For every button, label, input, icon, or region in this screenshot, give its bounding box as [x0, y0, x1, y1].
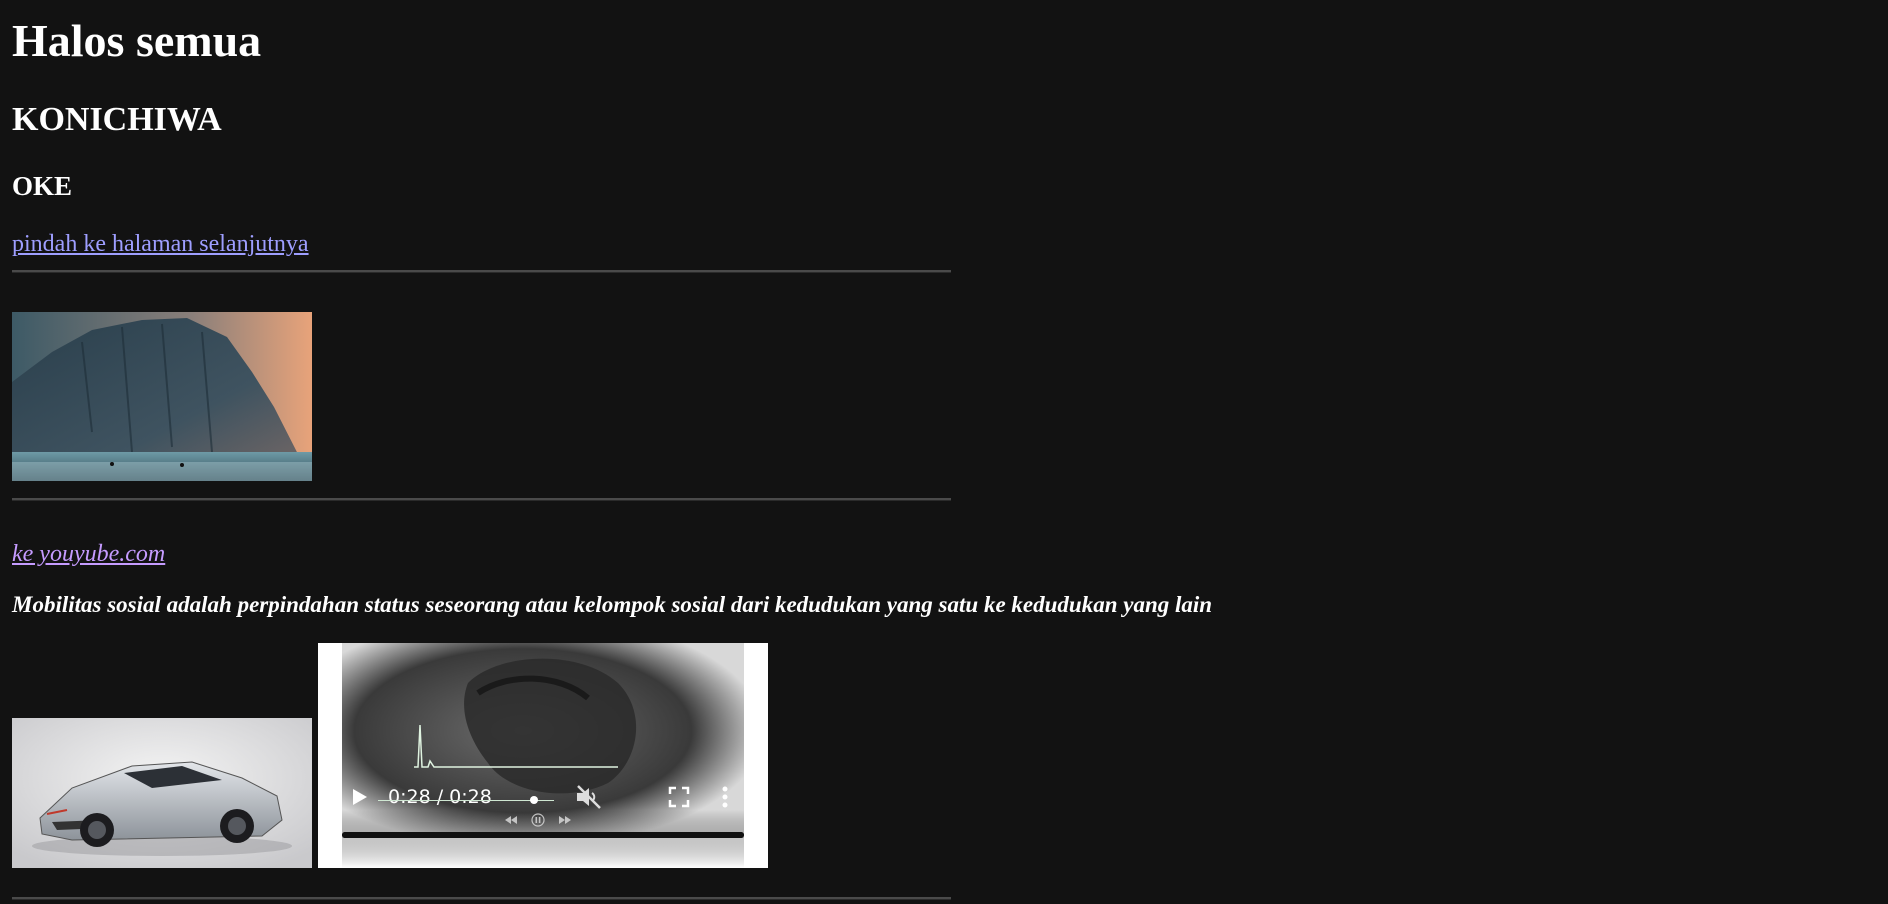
- waveform-scrubber-dot[interactable]: [530, 796, 538, 804]
- fullscreen-icon[interactable]: [668, 786, 690, 808]
- kebab-menu-icon[interactable]: [720, 784, 730, 810]
- description-paragraph: Mobilitas sosial adalah perpindahan stat…: [12, 592, 1213, 617]
- car-image: [12, 718, 312, 868]
- subheading-oke: OKE: [12, 171, 73, 201]
- video-seek-progress: [342, 832, 744, 838]
- mini-playback-controls: [503, 813, 573, 827]
- audio-waveform-baseline: [378, 800, 554, 801]
- divider: [12, 270, 951, 273]
- divider: [12, 897, 951, 900]
- muted-speaker-icon[interactable]: [574, 784, 604, 810]
- page-heading: Halos semua: [12, 15, 262, 66]
- video-time-display: 0:28 / 0:28: [388, 786, 492, 808]
- video-player[interactable]: 0:28 / 0:28: [318, 643, 768, 868]
- video-seek-bar[interactable]: [342, 832, 744, 838]
- youtube-link[interactable]: ke youyube.com: [12, 539, 165, 569]
- next-page-link[interactable]: pindah ke halaman selanjutnya: [12, 229, 309, 259]
- play-icon[interactable]: [348, 786, 370, 808]
- divider: [12, 498, 951, 501]
- subheading-konichiwa: KONICHIWA: [12, 101, 222, 138]
- mountain-image: [12, 312, 312, 481]
